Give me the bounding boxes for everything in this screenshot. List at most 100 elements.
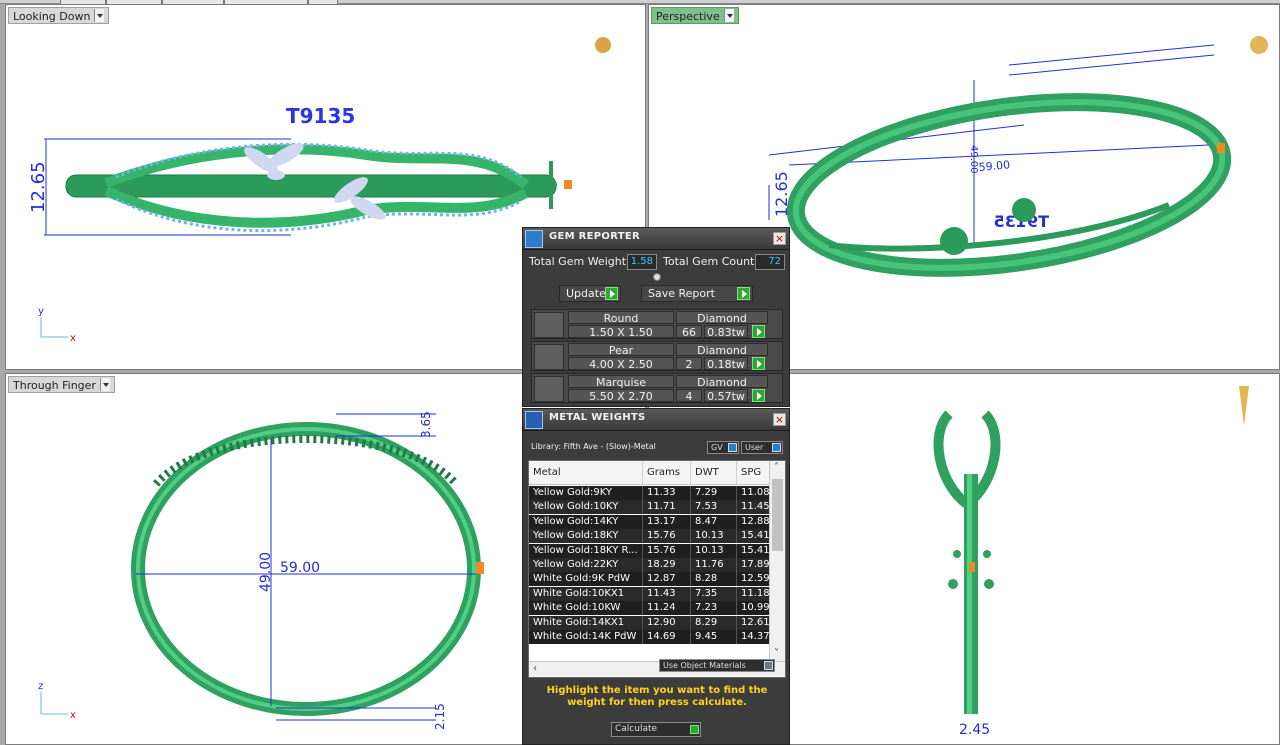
gem-count: 2 xyxy=(676,357,702,371)
pear-gem-icon xyxy=(534,344,564,370)
table-cell: 8.28 xyxy=(691,572,737,587)
gem-material: Diamond xyxy=(676,343,768,357)
table-cell: 8.29 xyxy=(691,615,737,630)
table-row[interactable]: Yellow Gold:18KY 15.76 10.13 15.41 xyxy=(529,529,771,544)
gem-row[interactable]: Round 1.50 X 1.50 Diamond 66 0.83tw xyxy=(531,309,783,339)
table-row[interactable]: Yellow Gold:14KY 13.17 8.47 12.88 xyxy=(529,514,771,529)
gv-toggle[interactable]: GV xyxy=(707,441,739,454)
table-row[interactable]: White Gold:10KX1 11.43 7.35 11.18 xyxy=(529,586,771,601)
play-icon[interactable] xyxy=(752,357,765,370)
table-cell: 10.13 xyxy=(691,543,737,558)
table-row[interactable]: White Gold:9K PdW 12.87 8.28 12.59 xyxy=(529,572,771,587)
play-icon xyxy=(737,287,750,300)
table-cell: White Gold:10KX1 xyxy=(529,586,643,601)
table-cell: 11.24 xyxy=(643,601,691,616)
instruction-text: Highlight the item you want to find the … xyxy=(546,685,768,708)
metal-weights-panel[interactable]: METAL WEIGHTS × Library: Fifth Ave - (Sl… xyxy=(522,408,790,745)
table-cell: 12.87 xyxy=(643,572,691,587)
table-cell: Yellow Gold:18KY xyxy=(529,529,643,544)
table-cell: 11.43 xyxy=(643,586,691,601)
table-row[interactable]: White Gold:14KX1 12.90 8.29 12.61 xyxy=(529,615,771,630)
gem-row[interactable]: Marquise 5.50 X 2.70 Diamond 4 0.57tw xyxy=(531,373,783,403)
table-cell: 17.89 xyxy=(737,558,771,572)
axis-y-label: y xyxy=(38,306,44,317)
gem-total-weight: 0.18tw xyxy=(704,357,748,371)
table-cell: White Gold:10KW xyxy=(529,601,643,616)
use-object-materials-checkbox[interactable]: Use Object Materials xyxy=(659,659,775,672)
dimension-bottom-label: 2.15 xyxy=(433,703,447,730)
user-toggle[interactable]: User xyxy=(741,441,783,454)
save-report-button[interactable]: Save Report xyxy=(641,285,753,302)
toggle-icon xyxy=(772,443,781,452)
gem-reporter-icon xyxy=(525,230,543,248)
play-icon[interactable] xyxy=(752,389,765,402)
table-cell: 14.69 xyxy=(643,630,691,644)
chevron-up-icon[interactable]: ˄ xyxy=(774,461,779,475)
dimension-height-label: 49.00 xyxy=(258,552,274,592)
table-cell: 8.47 xyxy=(691,514,737,529)
table-cell: Yellow Gold:22KY xyxy=(529,558,643,572)
gem-size: 5.50 X 2.70 xyxy=(568,389,674,403)
calculate-button[interactable]: Calculate xyxy=(611,722,701,737)
total-gem-weight-value: 1.58 xyxy=(627,254,657,270)
chevron-left-icon[interactable]: ‹ xyxy=(533,662,537,676)
metal-weights-table[interactable]: Metal Grams DWT SPG Yellow Gold:9KY 11.33… xyxy=(528,460,786,678)
table-cell: 12.61 xyxy=(737,615,771,630)
column-header[interactable]: Grams xyxy=(643,461,691,485)
play-icon[interactable] xyxy=(752,325,765,338)
table-cell: 12.88 xyxy=(737,514,771,529)
gem-material: Diamond xyxy=(676,311,768,325)
gem-total-weight: 0.57tw xyxy=(704,389,748,403)
gem-shape: Round xyxy=(568,311,674,325)
table-cell: 15.76 xyxy=(643,529,691,544)
total-gem-count-label: Total Gem Count xyxy=(663,255,755,268)
total-gem-count-value: 72 xyxy=(755,254,785,270)
play-icon xyxy=(690,725,699,734)
column-header[interactable]: DWT xyxy=(691,461,737,485)
table-row[interactable]: Yellow Gold:18KY R... 15.76 10.13 15.41 xyxy=(529,543,771,558)
update-button-label: Update xyxy=(566,287,606,300)
vertical-scrollbar[interactable]: ˄ ˅ xyxy=(769,461,785,663)
column-header[interactable]: SPG xyxy=(737,461,771,485)
table-header: Metal Grams DWT SPG xyxy=(529,461,771,485)
gem-material: Diamond xyxy=(676,375,768,389)
table-cell: White Gold:14KX1 xyxy=(529,615,643,630)
table-cell: 11.08 xyxy=(737,486,771,500)
gem-count: 4 xyxy=(676,389,702,403)
dimension-59-label: 59.00 xyxy=(978,158,1011,174)
table-cell: 7.23 xyxy=(691,601,737,616)
close-icon[interactable]: × xyxy=(773,413,786,426)
table-cell: 9.45 xyxy=(691,630,737,644)
table-cell: 11.71 xyxy=(643,500,691,515)
metal-weights-titlebar[interactable]: METAL WEIGHTS × xyxy=(523,409,789,431)
table-cell: Yellow Gold:14KY xyxy=(529,514,643,529)
column-header[interactable]: Metal xyxy=(529,461,643,485)
scroll-thumb[interactable] xyxy=(772,479,783,551)
table-row[interactable]: White Gold:14K PdW 14.69 9.45 14.37 xyxy=(529,630,771,644)
gem-size: 4.00 X 2.50 xyxy=(568,357,674,371)
dimension-49-label: 49.00 xyxy=(968,145,979,174)
table-row[interactable]: Yellow Gold:9KY 11.33 7.29 11.08 xyxy=(529,486,771,500)
table-row[interactable]: White Gold:10KW 11.24 7.23 10.99 xyxy=(529,601,771,616)
table-row[interactable]: Yellow Gold:10KY 11.71 7.53 11.45 xyxy=(529,500,771,515)
model-label: T9135 xyxy=(286,104,355,128)
table-row[interactable]: Yellow Gold:22KY 18.29 11.76 17.89 xyxy=(529,558,771,572)
dimension-width-label: 59.00 xyxy=(280,560,320,576)
table-cell: White Gold:9K PdW xyxy=(529,572,643,587)
gem-size: 1.50 X 1.50 xyxy=(568,325,674,339)
gem-reporter-panel[interactable]: GEM REPORTER × Total Gem Weight 1.58 Tot… xyxy=(522,227,790,407)
update-button[interactable]: Update xyxy=(559,285,621,302)
checkbox-icon xyxy=(764,661,773,670)
gem-reporter-title: GEM REPORTER xyxy=(549,231,641,242)
gem-row[interactable]: Pear 4.00 X 2.50 Diamond 2 0.18tw xyxy=(531,341,783,371)
table-cell: 7.35 xyxy=(691,586,737,601)
marquise-gem-icon xyxy=(534,376,564,402)
dimension-bottom-label: 2.45 xyxy=(959,722,990,738)
table-cell: 12.90 xyxy=(643,615,691,630)
splitter-handle[interactable] xyxy=(653,273,661,281)
round-gem-icon xyxy=(534,312,564,338)
gem-reporter-titlebar[interactable]: GEM REPORTER × xyxy=(523,228,789,250)
axis-x-label: x xyxy=(70,333,76,344)
close-icon[interactable]: × xyxy=(773,232,786,245)
table-cell: 15.41 xyxy=(737,529,771,544)
